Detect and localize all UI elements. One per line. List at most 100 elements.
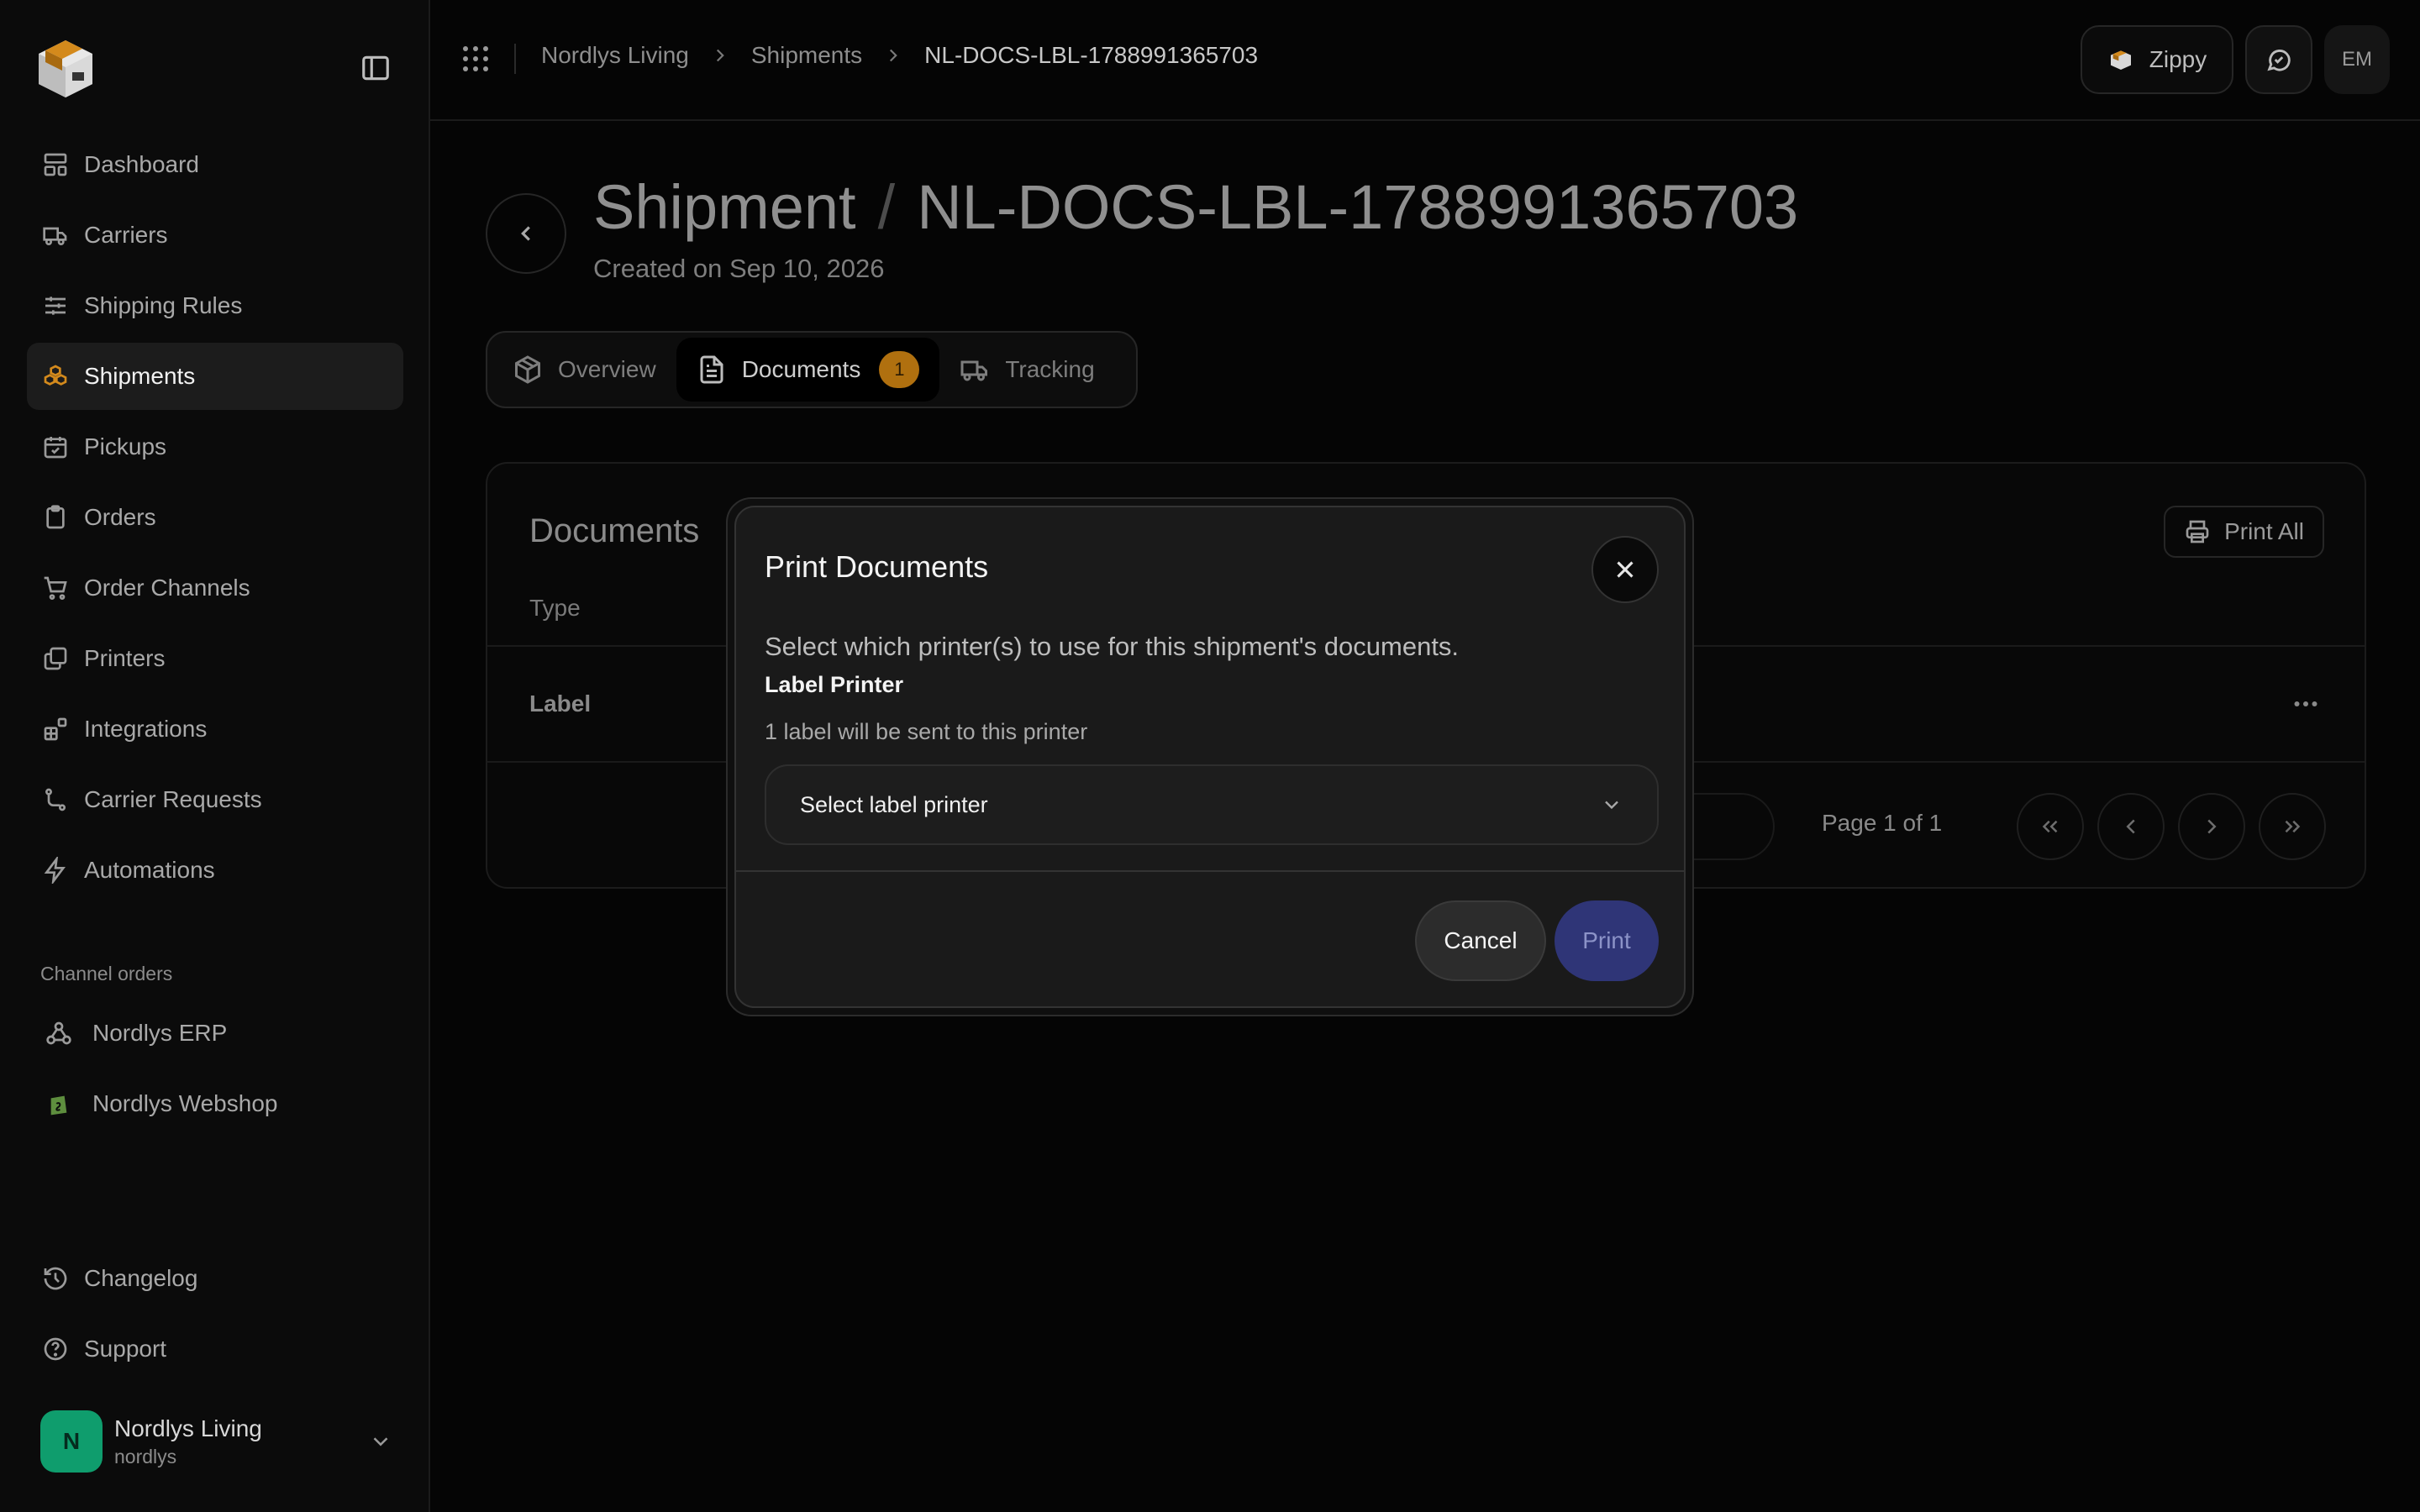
user-handle: nordlys <box>114 1445 177 1467</box>
chevron-right-icon <box>2199 814 2224 839</box>
tab-label: Tracking <box>1005 356 1095 382</box>
apps-grid-icon[interactable] <box>460 44 491 74</box>
dashboard-icon <box>42 151 69 178</box>
nav-item-orders[interactable]: Orders <box>27 484 403 551</box>
route-icon <box>42 786 69 813</box>
nav-label: Shipments <box>84 363 196 389</box>
nav-label: Orders <box>84 504 156 530</box>
breadcrumb-item-org[interactable]: Nordlys Living <box>541 42 689 69</box>
title-prefix: Shipment <box>593 172 856 242</box>
channel-item-nordlys-webshop[interactable]: Nordlys Webshop <box>27 1070 403 1137</box>
chevron-left-icon <box>513 221 539 246</box>
chevron-down-icon <box>1600 793 1623 816</box>
nav-label: Printers <box>84 645 166 671</box>
sidebar-toggle-icon[interactable] <box>360 52 392 84</box>
nav-label: Carrier Requests <box>84 786 262 812</box>
top-bar: Nordlys Living Shipments NL-DOCS-LBL-178… <box>430 0 2420 121</box>
nav-item-support[interactable]: Support <box>27 1315 403 1383</box>
close-button[interactable] <box>1591 536 1659 603</box>
app-logo[interactable] <box>27 29 104 106</box>
nav-label: Shipping Rules <box>84 292 243 318</box>
page-subtitle: Created on Sep 10, 2026 <box>593 254 885 283</box>
channel-list: Nordlys ERP Nordlys Webshop <box>27 1000 403 1141</box>
nav-label: Pickups <box>84 433 167 459</box>
nav-label: Automations <box>84 857 215 883</box>
documents-title: Documents <box>529 512 700 549</box>
chevron-left-icon <box>2118 814 2144 839</box>
nav-label: Order Channels <box>84 575 250 601</box>
label-printer-heading: Label Printer <box>765 672 904 697</box>
first-page-button[interactable] <box>2017 793 2084 860</box>
breadcrumb-item-shipments[interactable]: Shipments <box>751 42 862 69</box>
printer-icon <box>2184 518 2211 545</box>
last-page-button[interactable] <box>2259 793 2326 860</box>
print-all-button[interactable]: Print All <box>2164 506 2324 558</box>
blocks-icon <box>42 716 69 743</box>
breadcrumb: Nordlys Living Shipments NL-DOCS-LBL-178… <box>541 42 1258 69</box>
next-page-button[interactable] <box>2178 793 2245 860</box>
chevrons-right-icon <box>2280 814 2305 839</box>
help-circle-icon <box>42 1336 69 1362</box>
print-documents-dialog: Print Documents Select which printer(s) … <box>734 506 1686 1008</box>
chevron-right-icon <box>882 45 904 66</box>
nav-item-shipping-rules[interactable]: Shipping Rules <box>27 272 403 339</box>
nav-item-integrations[interactable]: Integrations <box>27 696 403 763</box>
file-text-icon <box>697 354 727 385</box>
column-header-type: Type <box>529 595 581 621</box>
user-avatar-button[interactable]: EM <box>2324 25 2390 94</box>
cart-icon <box>42 575 69 601</box>
bolt-icon <box>42 857 69 884</box>
print-all-label: Print All <box>2224 518 2304 544</box>
nav-item-pickups[interactable]: Pickups <box>27 413 403 480</box>
nav-item-automations[interactable]: Automations <box>27 837 403 904</box>
chevron-right-icon <box>709 45 731 66</box>
nav-item-carriers[interactable]: Carriers <box>27 202 403 269</box>
user-name: Nordlys Living <box>114 1415 262 1441</box>
zippy-assistant-button[interactable]: Zippy <box>2081 25 2233 94</box>
back-button[interactable] <box>486 193 566 274</box>
nav-item-dashboard[interactable]: Dashboard <box>27 131 403 198</box>
account-switcher[interactable]: N Nordlys Living nordlys <box>40 1410 393 1473</box>
sidebar: Dashboard Carriers Shipping Rules Shipme… <box>0 0 430 1512</box>
tab-overview[interactable]: Overview <box>492 338 676 402</box>
history-icon <box>42 1265 69 1292</box>
channel-item-nordlys-erp[interactable]: Nordlys ERP <box>27 1000 403 1067</box>
calendar-check-icon <box>42 433 69 460</box>
tab-documents[interactable]: Documents 1 <box>676 338 940 402</box>
channel-label: Nordlys ERP <box>92 1020 228 1046</box>
sliders-icon <box>42 292 69 319</box>
webhook-icon <box>45 1020 72 1047</box>
copy-icon <box>42 645 69 672</box>
tab-label: Overview <box>558 356 656 382</box>
nav-label: Carriers <box>84 222 168 248</box>
zippy-label: Zippy <box>2149 46 2207 72</box>
nav-item-order-channels[interactable]: Order Channels <box>27 554 403 622</box>
boxes-icon <box>42 363 69 390</box>
label-printer-select[interactable]: Select label printer <box>765 764 1659 845</box>
nav-item-carrier-requests[interactable]: Carrier Requests <box>27 766 403 833</box>
tab-tracking[interactable]: Tracking <box>939 338 1114 402</box>
nav-label: Support <box>84 1336 167 1362</box>
print-button[interactable]: Print <box>1555 900 1659 981</box>
title-shipment-id: NL-DOCS-LBL-1788991365703 <box>917 172 1799 242</box>
divider <box>736 870 1684 872</box>
dialog-title: Print Documents <box>765 549 989 584</box>
more-horizontal-icon[interactable] <box>2289 689 2323 719</box>
close-icon <box>1611 555 1639 584</box>
rows-per-page-select[interactable] <box>1682 793 1775 860</box>
nav-item-changelog[interactable]: Changelog <box>27 1245 403 1312</box>
nav-item-shipments[interactable]: Shipments <box>27 343 403 410</box>
main-nav: Dashboard Carriers Shipping Rules Shipme… <box>27 131 403 907</box>
nav-item-printers[interactable]: Printers <box>27 625 403 692</box>
table-row-type: Label <box>529 690 592 717</box>
avatar: N <box>40 1410 103 1473</box>
truck-icon <box>960 354 990 385</box>
user-text: Nordlys Living nordlys <box>114 1415 368 1468</box>
sidebar-bottom-nav: Changelog Support <box>27 1245 403 1386</box>
clipboard-icon <box>42 504 69 531</box>
previous-page-button[interactable] <box>2097 793 2165 860</box>
chat-button[interactable] <box>2245 25 2312 94</box>
page-title: Shipment / NL-DOCS-LBL-1788991365703 <box>593 171 1798 243</box>
message-circle-icon <box>2265 45 2293 74</box>
cancel-button[interactable]: Cancel <box>1415 900 1546 981</box>
